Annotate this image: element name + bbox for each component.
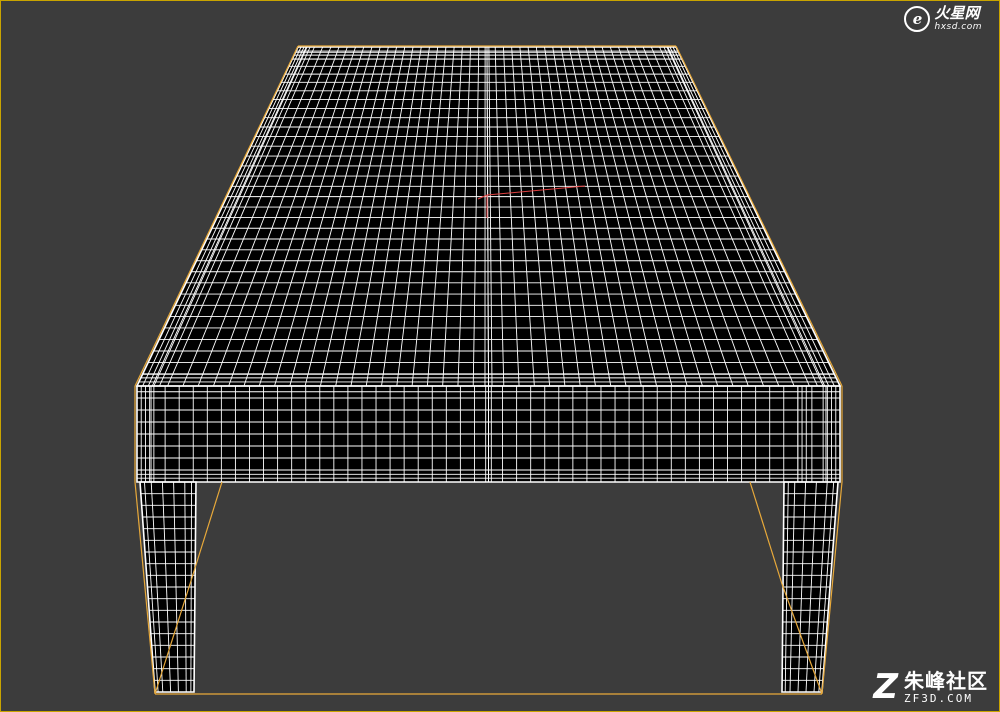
watermark-top-en: hxsd.com (934, 22, 982, 32)
hxsd-watermark: e 火星网 hxsd.com (904, 6, 982, 32)
watermark-bottom-en: ZF3D.COM (904, 691, 973, 705)
3d-viewport[interactable]: e 火星网 hxsd.com Z 朱峰社区 ZF3D.COM (0, 0, 1000, 712)
watermark-top-cn: 火星网 (934, 4, 980, 22)
zf3d-logo-icon: Z (873, 667, 898, 707)
wireframe-table-model[interactable] (0, 0, 1000, 712)
zf3d-watermark: Z 朱峰社区 ZF3D.COM (873, 670, 988, 704)
watermark-bottom-cn: 朱峰社区 (904, 668, 988, 693)
hxsd-logo-icon: e (904, 6, 931, 32)
